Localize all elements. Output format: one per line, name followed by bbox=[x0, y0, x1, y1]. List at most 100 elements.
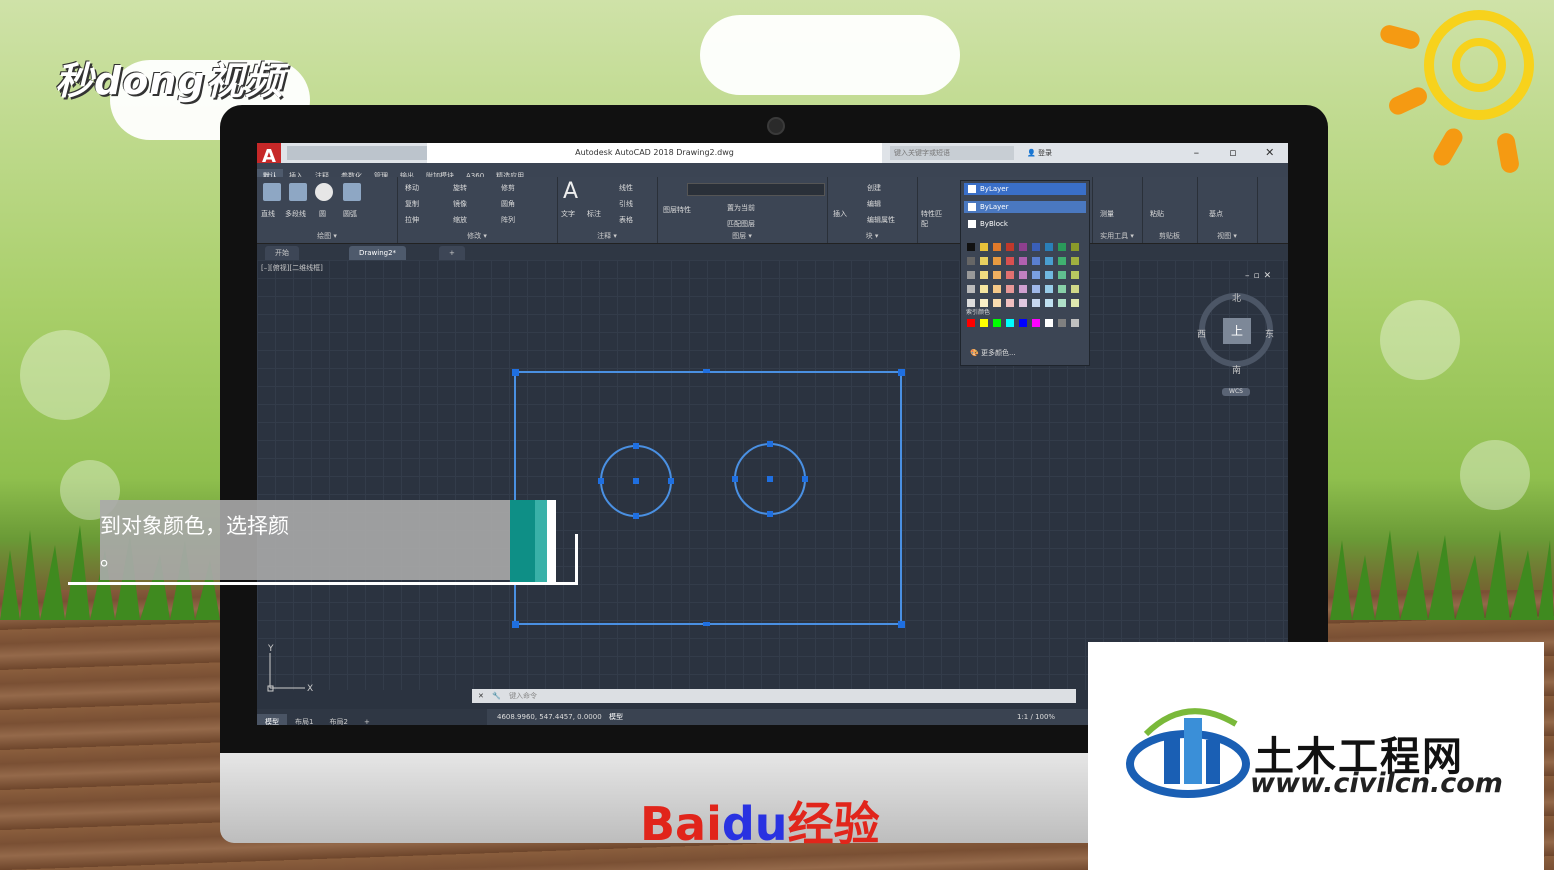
modify-group-label[interactable]: 修改 ▾ bbox=[397, 231, 557, 241]
color-swatch[interactable] bbox=[993, 257, 1001, 265]
model-space-toggle[interactable]: 模型 bbox=[609, 709, 623, 725]
table-button[interactable]: 表格 bbox=[619, 215, 633, 225]
color-swatch[interactable] bbox=[1045, 257, 1053, 265]
color-swatch[interactable] bbox=[1032, 271, 1040, 279]
customize-icon[interactable]: 🔧 bbox=[492, 692, 501, 700]
color-swatch[interactable] bbox=[1019, 257, 1027, 265]
color-swatch[interactable] bbox=[1006, 271, 1014, 279]
text-icon[interactable]: A bbox=[563, 179, 578, 204]
color-swatch[interactable] bbox=[1058, 285, 1066, 293]
color-swatch[interactable] bbox=[1032, 299, 1040, 307]
color-swatch[interactable] bbox=[1045, 243, 1053, 251]
color-swatch[interactable] bbox=[1019, 271, 1027, 279]
viewport-controls[interactable]: –▫✕ bbox=[1245, 271, 1275, 281]
color-swatch[interactable] bbox=[1006, 285, 1014, 293]
color-swatch[interactable] bbox=[1058, 257, 1066, 265]
linear-button[interactable]: 线性 bbox=[619, 183, 633, 193]
index-color-swatch[interactable] bbox=[1071, 319, 1079, 327]
block-group-label[interactable]: 块 ▾ bbox=[827, 231, 917, 241]
mirror-button[interactable]: 镜像 bbox=[453, 199, 467, 209]
color-swatch[interactable] bbox=[1045, 299, 1053, 307]
stretch-button[interactable]: 拉伸 bbox=[405, 215, 419, 225]
index-color-swatch[interactable] bbox=[1045, 319, 1053, 327]
edit-attributes-button[interactable]: 编辑属性 bbox=[867, 215, 895, 225]
index-color-swatch[interactable] bbox=[993, 319, 1001, 327]
new-tab-button[interactable]: + bbox=[439, 246, 465, 260]
color-swatch[interactable] bbox=[1058, 271, 1066, 279]
color-current-bylayer[interactable]: ByLayer bbox=[964, 183, 1086, 195]
leader-button[interactable]: 引线 bbox=[619, 199, 633, 209]
color-swatch[interactable] bbox=[980, 271, 988, 279]
color-swatch[interactable] bbox=[1071, 299, 1079, 307]
color-swatch[interactable] bbox=[993, 299, 1001, 307]
color-option-byblock[interactable]: ByBlock bbox=[964, 218, 1086, 230]
quick-access-toolbar[interactable] bbox=[287, 146, 427, 160]
draw-group-label[interactable]: 绘图 ▾ bbox=[257, 231, 397, 241]
color-swatch[interactable] bbox=[993, 243, 1001, 251]
line-icon[interactable] bbox=[263, 183, 281, 201]
help-search-input[interactable]: 键入关键字或短语 bbox=[890, 146, 1014, 160]
color-swatch[interactable] bbox=[1045, 271, 1053, 279]
viewcube-north[interactable]: 北 bbox=[1232, 291, 1241, 304]
color-swatch[interactable] bbox=[1032, 243, 1040, 251]
tab-layout1[interactable]: 布局1 bbox=[287, 714, 321, 725]
insert-block-button[interactable]: 插入 bbox=[833, 209, 847, 219]
wcs-menu[interactable]: WCS bbox=[1222, 388, 1250, 396]
polyline-icon[interactable] bbox=[289, 183, 307, 201]
measure-button[interactable]: 测量 bbox=[1100, 209, 1114, 219]
command-line-input[interactable]: ✕ 🔧 键入命令 bbox=[472, 689, 1076, 703]
view-group-label[interactable]: 视图 ▾ bbox=[1197, 231, 1257, 241]
index-color-swatch[interactable] bbox=[1019, 319, 1027, 327]
fillet-button[interactable]: 圆角 bbox=[501, 199, 515, 209]
copy-button[interactable]: 复制 bbox=[405, 199, 419, 209]
color-dropdown[interactable]: ByLayer ByLayer ByBlock 索引颜色 🎨 更多颜色... bbox=[960, 180, 1090, 366]
trim-button[interactable]: 修剪 bbox=[501, 183, 515, 193]
color-swatch[interactable] bbox=[967, 271, 975, 279]
color-swatch[interactable] bbox=[1071, 285, 1079, 293]
array-button[interactable]: 阵列 bbox=[501, 215, 515, 225]
edit-block-button[interactable]: 编辑 bbox=[867, 199, 881, 209]
color-swatch[interactable] bbox=[1071, 271, 1079, 279]
tab-drawing2[interactable]: Drawing2* bbox=[349, 246, 407, 260]
index-color-swatch[interactable] bbox=[1032, 319, 1040, 327]
selected-drawing[interactable] bbox=[512, 369, 912, 629]
viewport-label[interactable]: [–][俯视][二维线框] bbox=[261, 263, 323, 273]
color-swatch[interactable] bbox=[993, 285, 1001, 293]
layer-properties-button[interactable]: 图层特性 bbox=[663, 205, 691, 215]
move-button[interactable]: 移动 bbox=[405, 183, 419, 193]
tab-start[interactable]: 开始 bbox=[265, 246, 299, 260]
arc-icon[interactable] bbox=[343, 183, 361, 201]
set-current-button[interactable]: 置为当前 bbox=[727, 203, 755, 213]
color-swatch[interactable] bbox=[980, 243, 988, 251]
restore-button[interactable]: ▫ bbox=[1215, 143, 1252, 163]
tab-model[interactable]: 模型 bbox=[257, 714, 287, 725]
color-swatch[interactable] bbox=[967, 257, 975, 265]
index-color-swatch[interactable] bbox=[1006, 319, 1014, 327]
color-swatch[interactable] bbox=[1019, 299, 1027, 307]
color-swatch[interactable] bbox=[1032, 285, 1040, 293]
color-swatch[interactable] bbox=[1006, 257, 1014, 265]
viewcube-west[interactable]: 西 bbox=[1197, 327, 1206, 340]
color-swatch[interactable] bbox=[1006, 299, 1014, 307]
minimize-button[interactable]: – bbox=[1178, 143, 1215, 163]
close-button[interactable]: ✕ bbox=[1251, 143, 1288, 163]
match-properties-button[interactable]: 特性匹配 bbox=[921, 209, 943, 229]
clipboard-group-label[interactable]: 剪贴板 bbox=[1142, 231, 1197, 241]
add-layout-button[interactable]: + bbox=[356, 714, 378, 725]
color-option-bylayer[interactable]: ByLayer bbox=[964, 201, 1086, 213]
color-swatch[interactable] bbox=[1045, 285, 1053, 293]
color-swatch[interactable] bbox=[1032, 257, 1040, 265]
color-swatch[interactable] bbox=[1071, 243, 1079, 251]
scale-button[interactable]: 缩放 bbox=[453, 215, 467, 225]
color-swatch[interactable] bbox=[1019, 285, 1027, 293]
viewcube-east[interactable]: 东 bbox=[1265, 327, 1274, 340]
color-swatch[interactable] bbox=[1006, 243, 1014, 251]
index-color-swatch[interactable] bbox=[967, 319, 975, 327]
index-color-swatch[interactable] bbox=[980, 319, 988, 327]
create-block-button[interactable]: 创建 bbox=[867, 183, 881, 193]
match-layer-button[interactable]: 匹配图层 bbox=[727, 219, 755, 229]
annotation-scale[interactable]: 1:1 / 100% bbox=[1017, 709, 1055, 725]
index-color-swatch[interactable] bbox=[1058, 319, 1066, 327]
color-swatch[interactable] bbox=[967, 243, 975, 251]
color-swatch[interactable] bbox=[980, 257, 988, 265]
